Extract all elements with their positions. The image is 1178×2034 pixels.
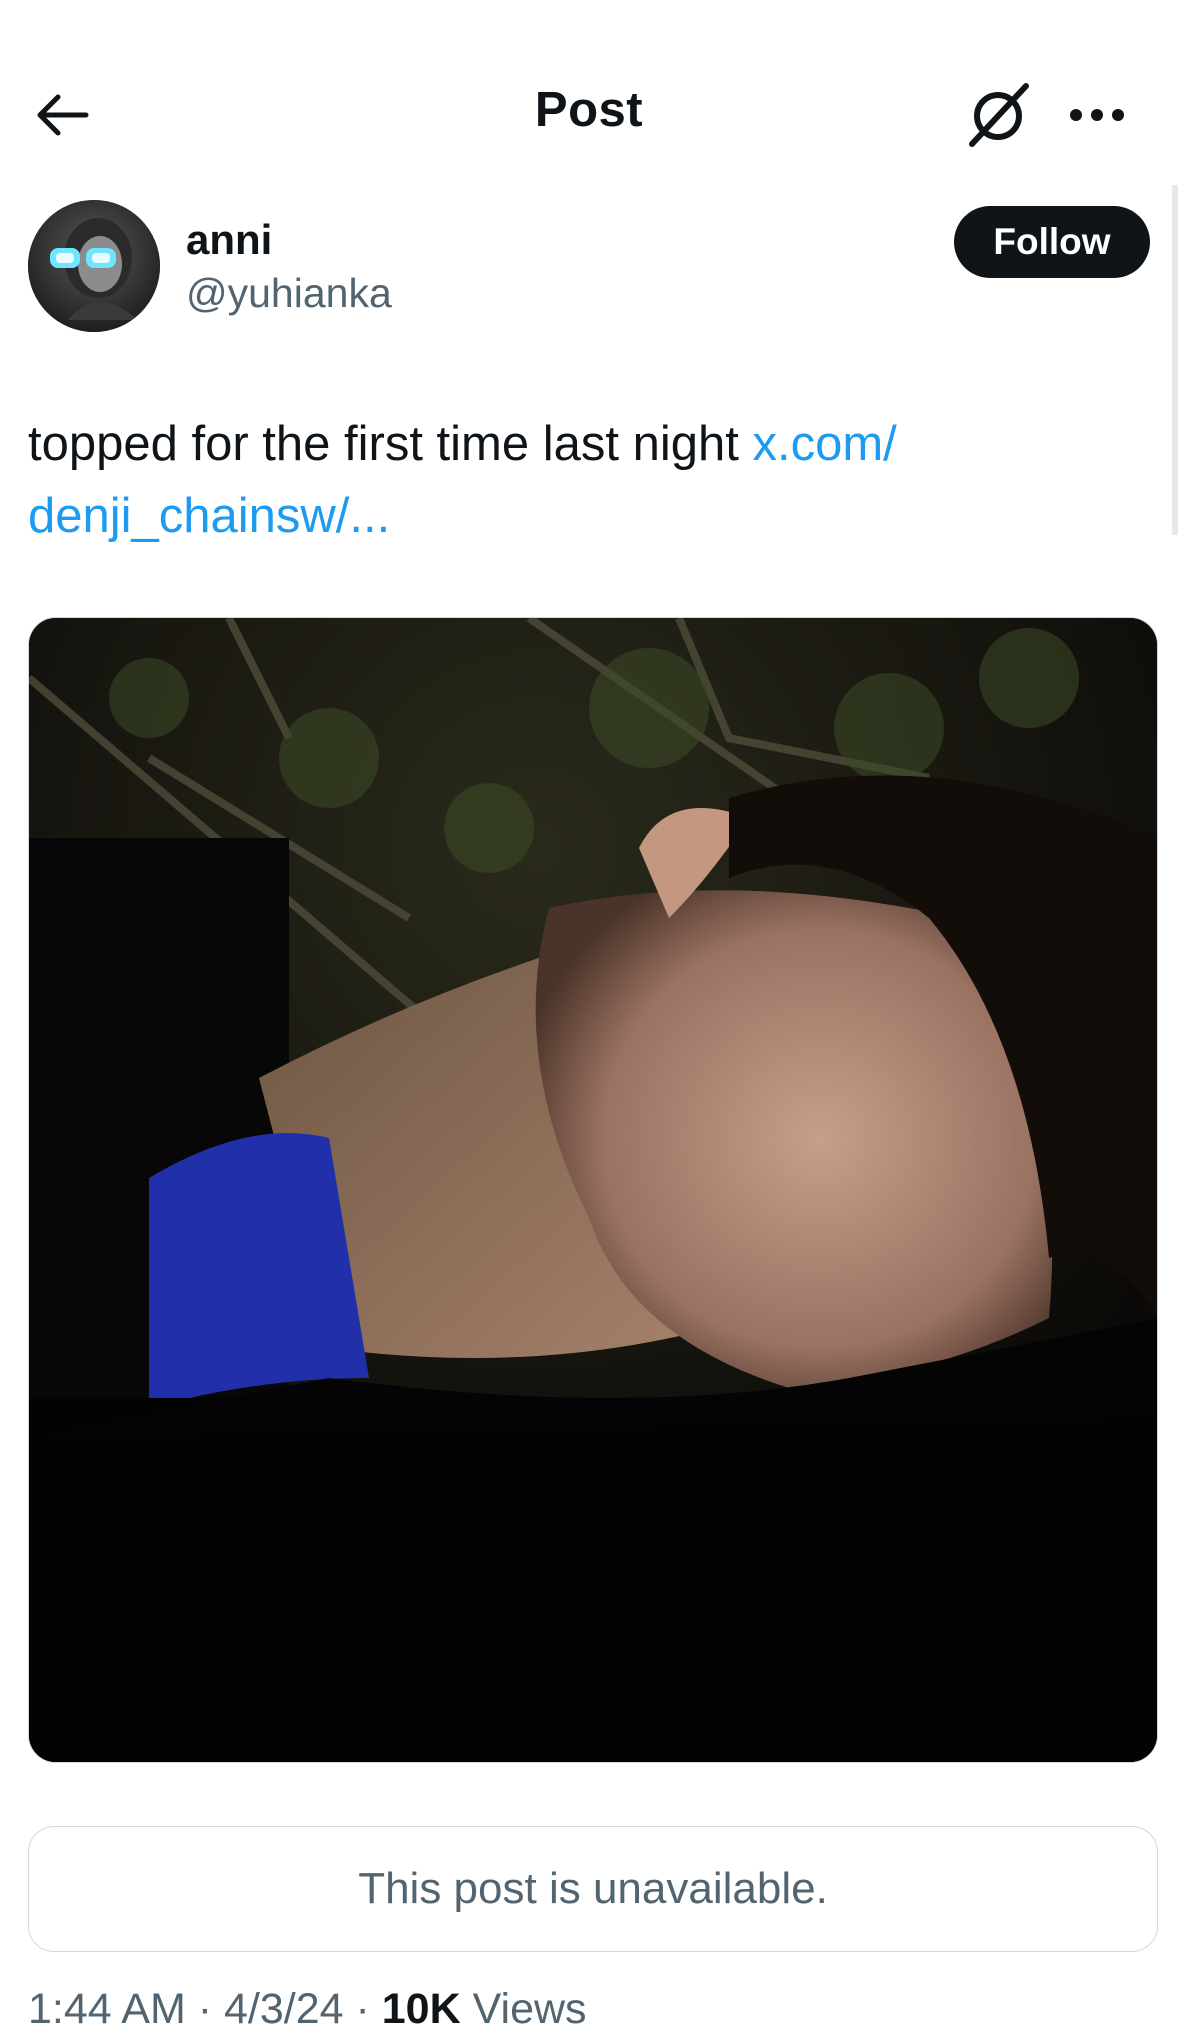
author-handle[interactable]: @yuhianka bbox=[186, 270, 392, 317]
post-date[interactable]: 4/3/24 bbox=[224, 1985, 344, 2033]
post-link-line1: x.com/ bbox=[752, 417, 897, 471]
post-photo[interactable] bbox=[28, 617, 1158, 1763]
views-count: 10K bbox=[381, 1985, 461, 2033]
avatar[interactable] bbox=[28, 200, 160, 332]
quoted-post-unavailable: This post is unavailable. bbox=[28, 1826, 1158, 1952]
grok-button[interactable] bbox=[964, 78, 1036, 150]
post-author: anni @yuhianka Follow bbox=[28, 200, 1150, 340]
author-name[interactable]: anni bbox=[186, 216, 272, 264]
meta-separator: · bbox=[185, 1985, 224, 2033]
follow-button[interactable]: Follow bbox=[954, 206, 1150, 278]
scrollbar[interactable] bbox=[1172, 185, 1178, 535]
views-label-space bbox=[461, 1985, 473, 2033]
more-horizontal-icon bbox=[1070, 109, 1124, 121]
post-time[interactable]: 1:44 AM bbox=[28, 1985, 186, 2033]
avatar-image bbox=[28, 200, 160, 332]
grok-icon bbox=[969, 83, 1029, 147]
post-body: topped for the first time last night bbox=[28, 417, 753, 471]
top-bar: Post bbox=[0, 0, 1178, 230]
post-link-line2: denji_chainsw/... bbox=[28, 489, 391, 543]
more-options-button[interactable] bbox=[1066, 95, 1128, 135]
views-label: Views bbox=[472, 1985, 587, 2033]
photo-image bbox=[29, 618, 1157, 1762]
post-text: topped for the first time last night x.c… bbox=[28, 408, 1148, 552]
meta-separator: · bbox=[343, 1985, 382, 2033]
